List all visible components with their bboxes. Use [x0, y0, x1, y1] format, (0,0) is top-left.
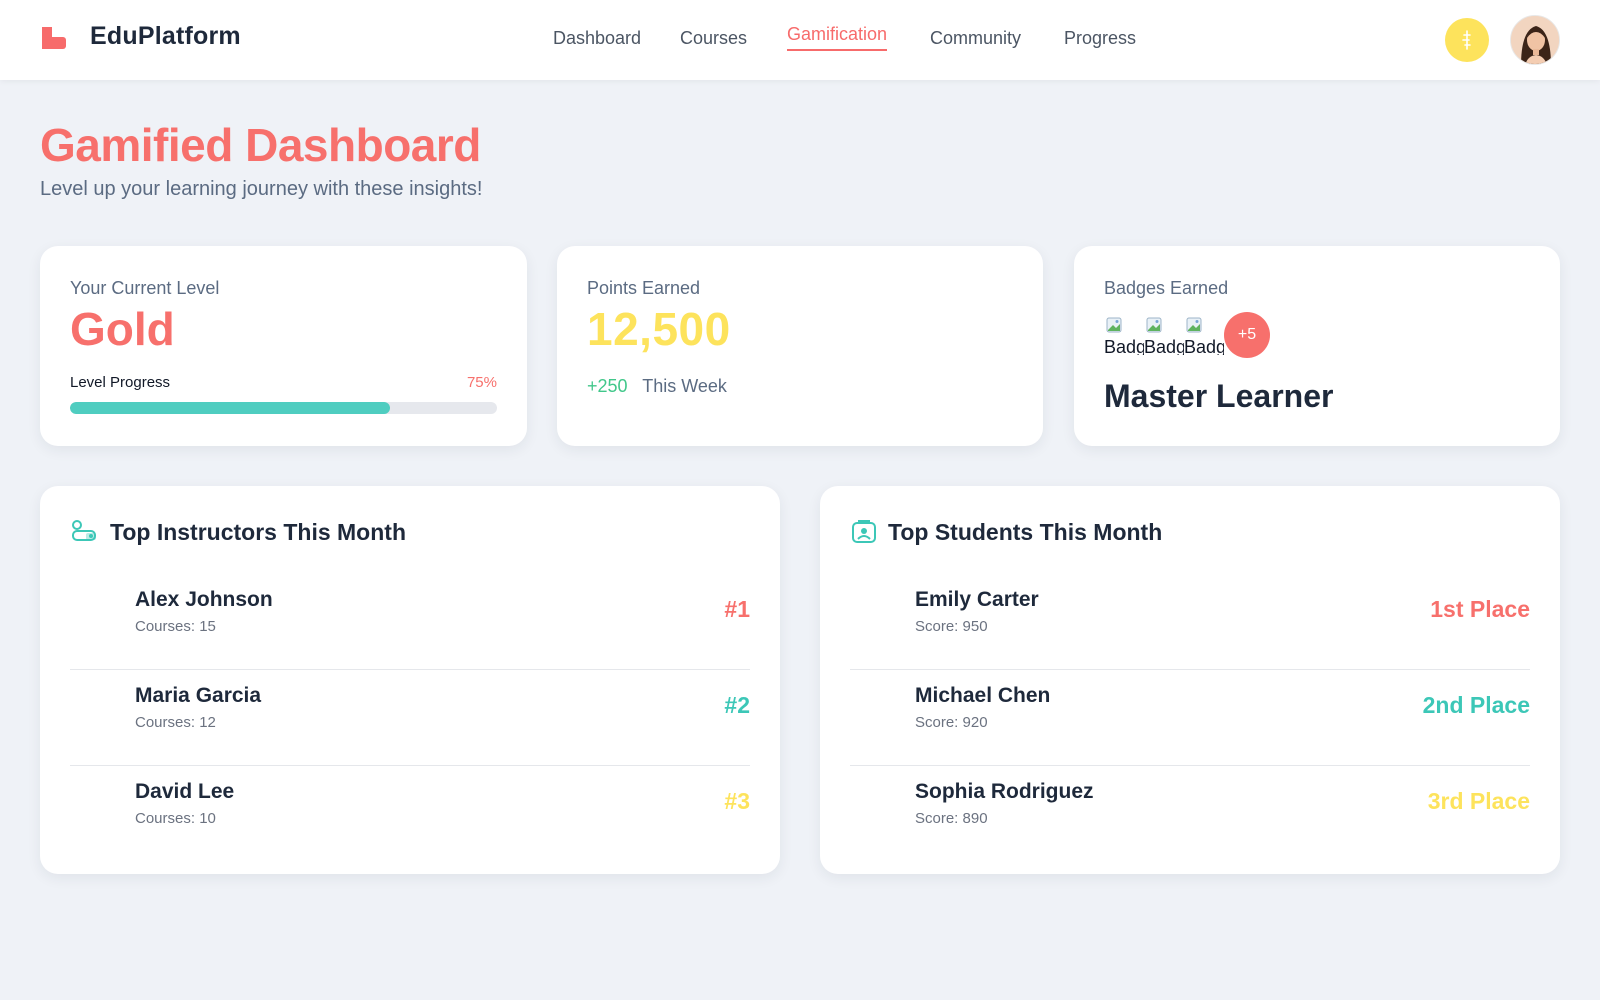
points-card-label: Points Earned	[587, 278, 701, 298]
broken-image-icon	[1106, 317, 1122, 333]
student-icon	[852, 520, 876, 543]
points-card: Points Earned 12,500 +250 This Week	[557, 246, 1043, 446]
level-card-label: Your Current Level	[70, 278, 220, 298]
more-badges-button[interactable]: +5	[1224, 312, 1270, 358]
broken-image-icon	[1186, 317, 1202, 333]
list-item[interactable]: Maria Garcia Courses: 12 #2	[70, 670, 750, 766]
instructor-name: Maria Garcia	[135, 684, 262, 707]
points-delta-value: +250	[587, 376, 628, 396]
list-item[interactable]: Michael Chen Score: 920 2nd Place	[850, 670, 1530, 766]
nav-courses[interactable]: Courses	[680, 28, 747, 49]
badge-image[interactable]: Badge	[1144, 315, 1184, 355]
instructor-courses: Courses: 15	[135, 618, 216, 635]
broken-image-icon	[1146, 317, 1162, 333]
instructors-card: Top Instructors This Month Alex Johnson …	[40, 486, 780, 874]
instructor-courses: Courses: 12	[135, 714, 216, 731]
page-subtitle: Level up your learning journey with thes…	[40, 178, 483, 200]
student-score: Score: 950	[915, 618, 988, 635]
instructors-title: Top Instructors This Month	[110, 518, 406, 545]
instructor-name: Alex Johnson	[135, 588, 273, 611]
badge-alt-text: Badge	[1104, 337, 1144, 355]
students-card: Top Students This Month Emily Carter Sco…	[820, 486, 1560, 874]
student-rank: 3rd Place	[1427, 788, 1530, 814]
instructor-icon	[72, 520, 96, 541]
avatar-portrait-icon	[1511, 16, 1559, 64]
instructors-list: Alex Johnson Courses: 15 #1 Maria Garcia…	[70, 574, 750, 862]
progress-percent: 75%	[466, 374, 497, 391]
students-header: Top Students This Month	[850, 518, 1162, 546]
list-item[interactable]: David Lee Courses: 10 #3	[70, 766, 750, 862]
students-title: Top Students This Month	[888, 518, 1163, 545]
nav-gamification[interactable]: Gamification	[787, 24, 888, 51]
student-name: Sophia Rodriguez	[915, 780, 1094, 803]
student-score: Score: 890	[915, 810, 988, 827]
student-name: Michael Chen	[915, 684, 1051, 707]
badges-card-label: Badges Earned	[1104, 278, 1229, 298]
list-item[interactable]: Emily Carter Score: 950 1st Place	[850, 574, 1530, 670]
badge-list: Badge Badge Badge +5	[1104, 312, 1270, 358]
instructor-courses: Courses: 10	[135, 810, 216, 827]
badge-alt-text: Badge	[1184, 337, 1224, 355]
level-progress-bar	[70, 402, 497, 414]
progress-label: Level Progress	[70, 374, 171, 391]
students-list: Emily Carter Score: 950 1st Place Michae…	[850, 574, 1530, 862]
nav-community[interactable]: Community	[930, 28, 1021, 49]
page-title: Gamified Dashboard	[40, 119, 481, 171]
level-progress-fill	[70, 402, 391, 414]
instructor-rank: #3	[724, 788, 750, 814]
points-delta: +250 This Week	[587, 376, 727, 397]
coin-icon	[1462, 30, 1471, 50]
user-avatar[interactable]	[1510, 15, 1560, 65]
student-name: Emily Carter	[915, 588, 1039, 611]
list-item[interactable]: Alex Johnson Courses: 15 #1	[70, 574, 750, 670]
student-rank: 1st Place	[1430, 596, 1530, 622]
level-card: Your Current Level Gold Level Progress 7…	[40, 246, 527, 446]
points-delta-period: This Week	[642, 376, 727, 396]
level-value: Gold	[70, 303, 175, 355]
badge-image[interactable]: Badge	[1184, 315, 1224, 355]
list-item[interactable]: Sophia Rodriguez Score: 890 3rd Place	[850, 766, 1530, 862]
brand[interactable]: EduPlatform	[40, 22, 241, 51]
points-value: 12,500	[587, 303, 731, 355]
badges-card: Badges Earned Badge Badge Badge	[1074, 246, 1560, 446]
student-rank: 2nd Place	[1422, 692, 1530, 718]
coin-button[interactable]	[1445, 18, 1489, 62]
instructor-rank: #2	[724, 692, 750, 718]
student-score: Score: 920	[915, 714, 988, 731]
instructors-header: Top Instructors This Month	[70, 518, 406, 546]
brand-name: EduPlatform	[90, 22, 241, 50]
instructor-rank: #1	[724, 596, 750, 622]
nav-dashboard[interactable]: Dashboard	[553, 28, 641, 49]
badge-image[interactable]: Badge	[1104, 315, 1144, 355]
badge-title: Master Learner	[1104, 378, 1334, 414]
instructor-name: David Lee	[135, 780, 235, 803]
nav-progress[interactable]: Progress	[1064, 28, 1136, 49]
badge-alt-text: Badge	[1144, 337, 1184, 355]
brand-logo-icon	[40, 23, 68, 51]
